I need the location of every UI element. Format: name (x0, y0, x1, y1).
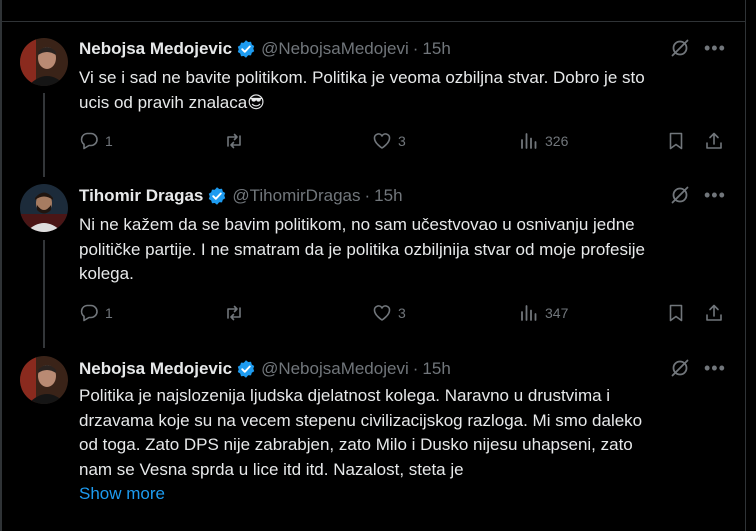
tweet-text-line: drzavama koje su na vecem stepenu civili… (79, 410, 643, 430)
tweet-text-line: Vi se i sad ne bavite politikom. Politik… (79, 68, 645, 87)
author-name[interactable]: Nebojsa Medojevic (79, 39, 232, 59)
retweet-button[interactable] (224, 131, 244, 151)
verified-badge-icon (207, 186, 227, 206)
avatar[interactable] (20, 38, 68, 86)
bookmark-icon (666, 131, 686, 151)
tweet-text-line: političke partije. I ne smatram da je po… (79, 239, 645, 259)
bookmark-button[interactable] (666, 303, 686, 323)
author-name[interactable]: Tihomir Dragas (79, 186, 203, 206)
like-count: 3 (398, 133, 406, 149)
tweet-text-line: kolega. (79, 264, 134, 283)
reply-count: 1 (105, 305, 113, 321)
tweet-text: Politika je najslozenija ljudska djelatn… (79, 384, 729, 507)
action-bar: 1 3 347 (79, 303, 724, 327)
timestamp[interactable]: 15h (374, 186, 402, 206)
tweet-text: Vi se i sad ne bavite politikom. Politik… (79, 66, 729, 115)
more-dots-icon[interactable]: ••• (704, 359, 726, 377)
share-icon (704, 131, 724, 151)
grok-icon[interactable] (670, 38, 690, 58)
views-count: 347 (545, 305, 569, 321)
heart-icon (372, 131, 392, 151)
views-icon (519, 303, 539, 323)
tweet-text-line: nam se Vesna sprda u lice itd itd. Nazal… (79, 459, 464, 479)
author-handle[interactable]: @NebojsaMedojevi (261, 359, 409, 379)
share-icon (704, 303, 724, 323)
avatar-image (20, 38, 68, 86)
tweet-text: Ni ne kažem da se bavim politikom, no sa… (79, 213, 729, 287)
reply-button[interactable]: 1 (79, 131, 113, 151)
bookmark-icon (666, 303, 686, 323)
reply-count: 1 (105, 133, 113, 149)
like-count: 3 (398, 305, 406, 321)
views-icon (519, 131, 539, 151)
share-button[interactable] (704, 131, 724, 151)
like-button[interactable]: 3 (372, 131, 406, 151)
show-more-link[interactable]: Show more (79, 482, 729, 507)
retweet-icon (224, 131, 244, 151)
bookmark-button[interactable] (666, 131, 686, 151)
timestamp[interactable]: 15h (422, 39, 450, 59)
more-dots-icon[interactable]: ••• (704, 39, 726, 57)
avatar[interactable] (20, 184, 68, 232)
verified-badge-icon (236, 39, 256, 59)
author-name[interactable]: Nebojsa Medojevic (79, 359, 232, 379)
tweet-text-line: ucis od pravih znalaca😎 (79, 92, 265, 112)
avatar-image (20, 184, 68, 232)
more-dots-icon[interactable]: ••• (704, 186, 726, 204)
timestamp[interactable]: 15h (422, 359, 450, 379)
separator-dot: · (364, 186, 371, 205)
author-handle[interactable]: @NebojsaMedojevi (261, 39, 409, 59)
heart-icon (372, 303, 392, 323)
reply-icon (79, 131, 99, 151)
tweet-text-line: Ni ne kažem da se bavim politikom, no sa… (79, 215, 635, 234)
reply-icon (79, 303, 99, 323)
share-button[interactable] (704, 303, 724, 323)
avatar-image (20, 356, 68, 404)
tweet-text-line: Politika je najslozenija ljudska djelatn… (79, 386, 611, 405)
views-button[interactable]: 347 (519, 303, 568, 323)
reply-button[interactable]: 1 (79, 303, 113, 323)
action-bar: 1 3 326 (79, 131, 724, 155)
tweet[interactable]: Tihomir Dragas @TihomirDragas · 15h ••• … (0, 175, 745, 345)
tweet[interactable]: Nebojsa Medojevic @NebojsaMedojevi · 15h… (0, 0, 745, 175)
views-count: 326 (545, 133, 569, 149)
tweet[interactable]: Nebojsa Medojevic @NebojsaMedojevi · 15h… (0, 345, 745, 531)
like-button[interactable]: 3 (372, 303, 406, 323)
column-border-right (745, 0, 746, 531)
avatar[interactable] (20, 356, 68, 404)
author-handle[interactable]: @TihomirDragas (232, 186, 360, 206)
tweet-text-line: od toga. Zato DPS nije zabrabjen, zato M… (79, 435, 633, 454)
verified-badge-icon (236, 359, 256, 379)
separator-dot: · (412, 359, 419, 378)
grok-icon[interactable] (670, 185, 690, 205)
separator-dot: · (412, 39, 419, 58)
grok-icon[interactable] (670, 358, 690, 378)
retweet-icon (224, 303, 244, 323)
retweet-button[interactable] (224, 303, 244, 323)
views-button[interactable]: 326 (519, 131, 568, 151)
